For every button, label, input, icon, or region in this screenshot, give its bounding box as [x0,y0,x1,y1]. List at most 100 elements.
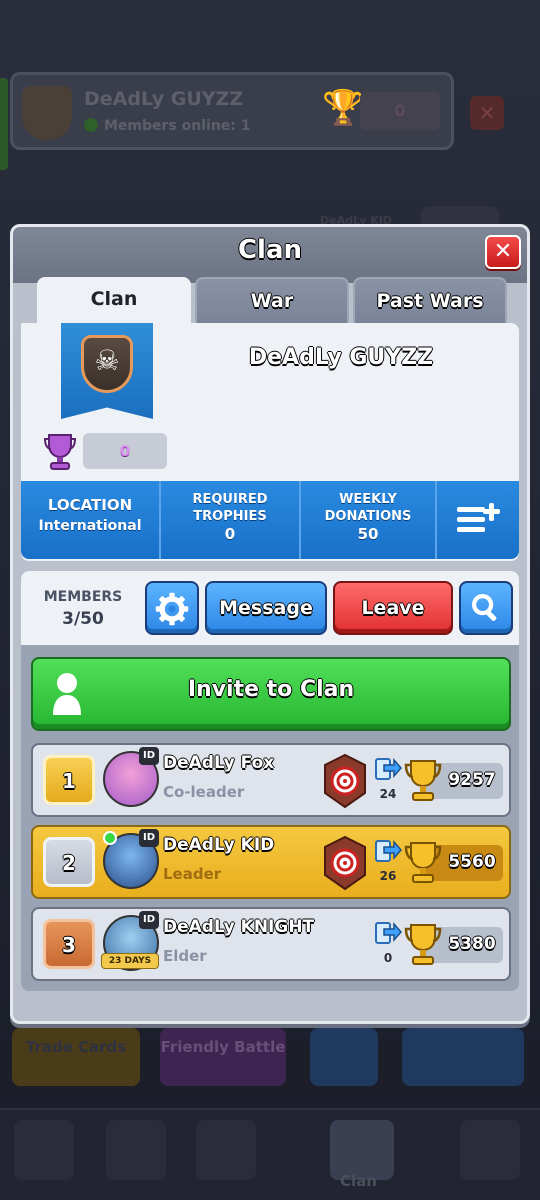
clan-settings-button[interactable] [145,581,199,635]
nav-clan-icon [330,1120,394,1180]
list-add-icon[interactable] [455,499,505,539]
background-trade-cards-button: Trade Cards [12,1028,140,1086]
background-members-online: Members online: 1 [84,118,251,134]
members-label: MEMBERS [43,589,123,605]
invite-to-clan-label: Invite to Clan [187,677,355,702]
war-target-icon [324,835,366,891]
member-row[interactable]: 3 ID 23 DAYS DeAdLy KNIGHT Elder 0 5380 [31,907,511,981]
member-trophies: 5380 [448,934,496,954]
gold-trophy-icon [404,924,442,965]
background-emote-button [310,1028,378,1086]
weekly-donations-label-2: DONATIONS [324,509,412,524]
required-trophies-label-1: REQUIRED [192,492,268,507]
members-card: MEMBERS 3/50 Message Leave Invite to Cla… [21,571,519,991]
background-clan-badge [22,86,72,140]
bottom-navigation [0,1108,540,1200]
purple-trophy-icon [43,434,77,470]
members-toolbar: MEMBERS 3/50 Message Leave [21,571,519,645]
member-rank: 1 [43,755,95,805]
clan-banner: ☠ [61,323,153,419]
background-clan-name: DeAdLy GUYZZ [84,88,244,110]
nav-cards-icon [106,1120,166,1180]
member-name: DeAdLy Fox [163,753,275,773]
message-button[interactable]: Message [205,581,327,635]
gold-trophy-icon [404,760,442,801]
id-badge: ID [139,747,159,765]
required-trophies-label-2: TROPHIES [193,509,267,524]
tab-past-wars-label: Past Wars [376,290,484,312]
tab-war-label: War [250,290,294,312]
message-button-label: Message [219,597,313,619]
member-donation-count: 0 [383,951,393,965]
background-chat-button [402,1028,524,1086]
clan-trophy-count-box: 0 [83,433,167,469]
clan-stats-bar: LOCATION International REQUIRED TROPHIES… [21,481,519,559]
location-value: International [38,518,142,534]
donation-arrow-icon [375,758,402,780]
member-rank: 3 [43,919,95,969]
member-name: DeAdLy KID [163,835,275,855]
member-donation-count: 26 [379,869,397,883]
online-status-icon [103,831,117,845]
skull-icon: ☠ [94,344,120,377]
modal-title: Clan [237,235,303,265]
nav-clan-label: Clan [340,1172,377,1190]
background-members-online-text: Members online: 1 [104,118,251,134]
close-x-icon: ✕ [493,239,513,264]
required-trophies-value: 0 [224,525,236,543]
leave-button-label: Leave [361,597,425,619]
member-donations: 26 [373,837,403,891]
member-role: Co-leader [163,783,245,801]
background-trophy-icon: 🏆 [322,88,365,128]
member-row[interactable]: 2 ID DeAdLy KID Leader 26 5560 [31,825,511,899]
tab-past-wars[interactable]: Past Wars [353,277,507,323]
id-badge: ID [139,911,159,929]
member-trophies: 9257 [448,770,496,790]
donation-arrow-icon [375,840,402,862]
invite-to-clan-button[interactable]: Invite to Clan [31,657,511,731]
required-trophies-stat: REQUIRED TROPHIES 0 [161,481,301,559]
nav-events-icon [460,1120,520,1180]
search-member-button[interactable] [459,581,513,635]
background-friendly-battle-label: Friendly Battle [160,1038,286,1056]
gear-icon [155,592,189,626]
tab-clan-label: Clan [90,288,138,310]
clan-modal: Clan ✕ Clan War Past Wars ☠ DeAdLy GUYZZ… [10,224,530,1024]
member-role: Elder [163,947,207,965]
nav-shop-icon [14,1120,74,1180]
member-donations: 24 [373,755,403,809]
online-dot-icon [84,118,98,132]
clan-trophy-count: 0 [119,442,131,460]
leave-button[interactable]: Leave [333,581,453,635]
weekly-donations-label-1: WEEKLY [339,492,397,507]
gold-trophy-icon [404,842,442,883]
location-label: LOCATION [47,496,133,514]
weekly-donations-stat: WEEKLY DONATIONS 50 [301,481,437,559]
tab-clan[interactable]: Clan [37,277,191,323]
close-button[interactable]: ✕ [485,235,521,269]
members-count: 3/50 [62,609,104,629]
magnifier-icon [471,593,497,621]
modal-header: Clan ✕ [13,227,527,283]
background-edge [0,78,8,170]
clan-badge-icon: ☠ [81,335,133,393]
member-role: Leader [163,865,222,883]
member-name: DeAdLy KNIGHT [163,917,315,937]
clan-info-card: ☠ DeAdLy GUYZZ 0 LOCATION International … [21,323,519,561]
background-trade-cards-label: Trade Cards [25,1038,127,1056]
member-trophies: 5560 [448,852,496,872]
member-days-badge: 23 DAYS [101,953,159,969]
member-donation-count: 24 [379,787,397,801]
background-close-icon: ✕ [470,96,504,130]
tab-war[interactable]: War [195,277,349,323]
member-rank: 2 [43,837,95,887]
donation-arrow-icon [375,922,402,944]
member-donations: 0 [373,919,403,973]
weekly-donations-value: 50 [357,525,379,543]
nav-battle-icon [196,1120,256,1180]
background-trophy-count: 0 [360,92,440,130]
id-badge: ID [139,829,159,847]
background-friendly-battle-button: Friendly Battle [160,1028,286,1086]
member-row[interactable]: 1 ID DeAdLy Fox Co-leader 24 9257 [31,743,511,817]
clan-name: DeAdLy GUYZZ [248,345,434,370]
